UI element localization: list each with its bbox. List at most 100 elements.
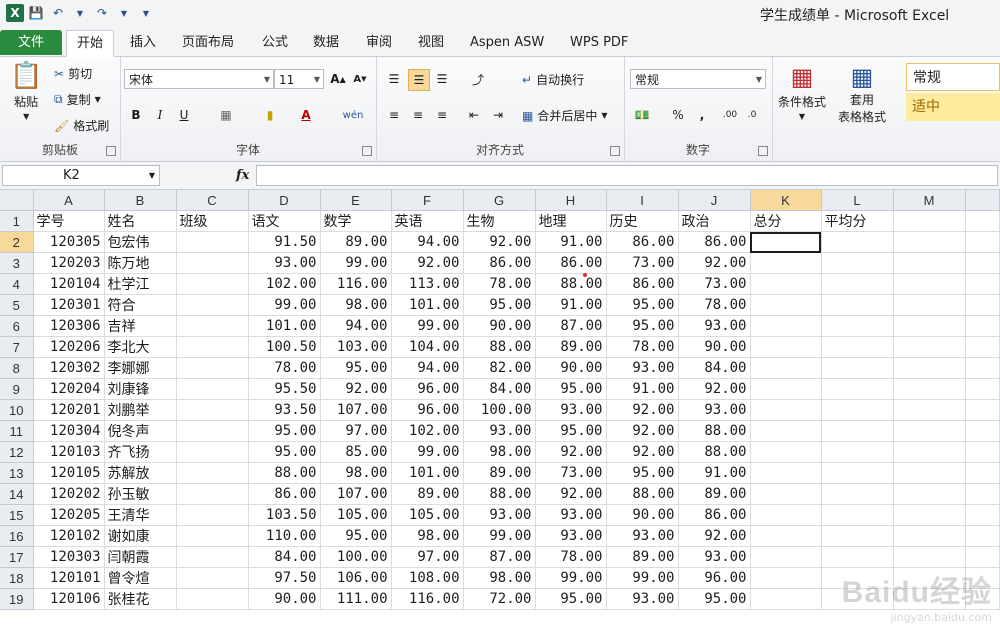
cell[interactable]: 93.00 — [248, 252, 321, 275]
cell[interactable]: 102.00 — [248, 273, 321, 296]
cell[interactable]: 120301 — [33, 294, 105, 317]
cell[interactable]: 88.00 — [248, 462, 321, 485]
cell[interactable]: 88.00 — [463, 336, 536, 359]
cell[interactable]: 88.00 — [535, 273, 607, 296]
font-name-combo[interactable]: 宋体 ▼ — [124, 69, 274, 89]
font-size-combo[interactable]: 11 ▼ — [274, 69, 324, 89]
cell[interactable]: 87.00 — [463, 546, 536, 569]
cell[interactable]: 84.00 — [248, 546, 321, 569]
insert-function-icon[interactable]: fx — [236, 168, 249, 183]
cell[interactable] — [965, 525, 1000, 548]
grow-font-icon[interactable]: A ▲ — [328, 69, 348, 89]
underline-button[interactable]: U — [174, 105, 194, 125]
row-header[interactable]: 11 — [0, 420, 34, 443]
cell[interactable]: 李北大 — [104, 336, 177, 359]
format-as-table-button[interactable]: ▦ 套用 表格格式 — [838, 63, 886, 125]
column-header-j[interactable]: J — [678, 190, 751, 212]
cell[interactable]: 100.00 — [463, 399, 536, 422]
cell[interactable]: 99.00 — [320, 252, 392, 275]
row-header[interactable]: 3 — [0, 252, 34, 275]
cell[interactable]: 94.00 — [391, 231, 464, 254]
cell[interactable] — [176, 399, 249, 422]
cell[interactable]: 93.00 — [606, 525, 679, 548]
cell[interactable] — [893, 441, 966, 464]
cell[interactable]: 120203 — [33, 252, 105, 275]
cell[interactable]: 120306 — [33, 315, 105, 338]
cell[interactable] — [176, 567, 249, 590]
cell[interactable] — [893, 525, 966, 548]
increase-indent-icon[interactable]: ⇥ — [488, 105, 508, 125]
cell[interactable]: 86.00 — [606, 231, 679, 254]
cell[interactable]: 120302 — [33, 357, 105, 380]
cell[interactable]: 吉祥 — [104, 315, 177, 338]
cell[interactable]: 99.00 — [248, 294, 321, 317]
cell[interactable]: 92.00 — [678, 378, 751, 401]
cell[interactable] — [821, 525, 894, 548]
cell[interactable] — [821, 231, 894, 254]
undo-icon[interactable]: ↶ — [48, 4, 68, 22]
cell[interactable]: 89.00 — [320, 231, 392, 254]
align-center-icon[interactable]: ≡ — [408, 105, 428, 125]
cell[interactable] — [965, 315, 1000, 338]
cell[interactable] — [176, 378, 249, 401]
column-header-f[interactable]: F — [391, 190, 464, 212]
row-header[interactable]: 7 — [0, 336, 34, 359]
cell[interactable] — [965, 252, 1000, 275]
cell[interactable]: 99.00 — [463, 525, 536, 548]
tab-insert[interactable]: 插入 — [120, 30, 166, 55]
cell[interactable]: 97.00 — [391, 546, 464, 569]
cell[interactable]: 98.00 — [463, 441, 536, 464]
cell[interactable]: 88.00 — [678, 420, 751, 443]
cell[interactable]: 90.00 — [678, 336, 751, 359]
cell[interactable] — [750, 546, 822, 569]
cell[interactable]: 120206 — [33, 336, 105, 359]
cell[interactable]: 73.00 — [678, 273, 751, 296]
cell[interactable]: 95.00 — [535, 378, 607, 401]
cell[interactable]: 91.00 — [606, 378, 679, 401]
row-header[interactable]: 10 — [0, 399, 34, 422]
cell[interactable] — [821, 483, 894, 506]
cell[interactable]: 94.00 — [320, 315, 392, 338]
cell[interactable]: 91.50 — [248, 231, 321, 254]
align-bottom-icon[interactable]: ☰ — [432, 69, 452, 89]
cell[interactable]: 104.00 — [391, 336, 464, 359]
cell[interactable]: 95.00 — [320, 357, 392, 380]
cell[interactable]: 90.00 — [606, 504, 679, 527]
cell[interactable]: 95.00 — [463, 294, 536, 317]
select-all-corner[interactable] — [0, 190, 34, 212]
cell[interactable]: 102.00 — [391, 420, 464, 443]
cell[interactable] — [893, 336, 966, 359]
style-normal[interactable]: 常规 — [906, 63, 1000, 91]
column-header-b[interactable]: B — [104, 190, 177, 212]
cell[interactable] — [821, 378, 894, 401]
cell[interactable] — [750, 294, 822, 317]
cell[interactable] — [176, 357, 249, 380]
cell[interactable]: 曾令煊 — [104, 567, 177, 590]
cell[interactable] — [821, 546, 894, 569]
cell[interactable] — [176, 504, 249, 527]
header-cell[interactable] — [965, 210, 1000, 233]
row-header[interactable]: 19 — [0, 588, 34, 611]
row-header[interactable]: 16 — [0, 525, 34, 548]
cell[interactable]: 78.00 — [463, 273, 536, 296]
row-header[interactable]: 6 — [0, 315, 34, 338]
cell[interactable] — [965, 336, 1000, 359]
cell[interactable]: 99.00 — [606, 567, 679, 590]
fill-color-icon[interactable]: ▮ — [260, 105, 280, 125]
column-header-k[interactable]: K — [750, 190, 822, 212]
tab-home[interactable]: 开始 — [66, 30, 115, 57]
name-box[interactable]: K2 ▼ — [2, 165, 160, 186]
header-cell[interactable]: 语文 — [248, 210, 321, 233]
cell[interactable]: 95.50 — [248, 378, 321, 401]
cell[interactable]: 101.00 — [391, 294, 464, 317]
cell[interactable]: 91.00 — [535, 231, 607, 254]
header-cell[interactable]: 平均分 — [821, 210, 894, 233]
cell[interactable] — [176, 420, 249, 443]
cell[interactable] — [893, 399, 966, 422]
cell[interactable]: 倪冬声 — [104, 420, 177, 443]
tab-aspen-asw[interactable]: Aspen ASW — [460, 30, 554, 55]
cell[interactable] — [750, 252, 822, 275]
cell[interactable]: 92.00 — [320, 378, 392, 401]
cell[interactable] — [821, 315, 894, 338]
cell[interactable]: 95.00 — [606, 462, 679, 485]
